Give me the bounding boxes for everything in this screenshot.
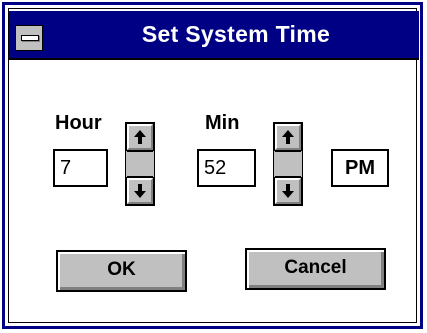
ok-button[interactable]: OK bbox=[56, 250, 187, 292]
screen: Set System Time Hour 7 Min 52 PM OK Canc… bbox=[0, 0, 427, 333]
title-bar[interactable]: Set System Time bbox=[9, 11, 419, 60]
hour-field[interactable]: 7 bbox=[53, 149, 108, 187]
cancel-button[interactable]: Cancel bbox=[245, 248, 386, 290]
minute-field[interactable]: 52 bbox=[197, 149, 256, 187]
hour-spinner bbox=[125, 122, 155, 206]
hour-label: Hour bbox=[55, 112, 102, 134]
minute-spinner bbox=[273, 122, 303, 206]
hour-up-button[interactable] bbox=[126, 123, 154, 151]
minute-label: Min bbox=[205, 112, 240, 134]
arrow-down-icon bbox=[134, 184, 146, 198]
system-menu-bar bbox=[21, 35, 39, 41]
minute-spin-track bbox=[275, 151, 301, 177]
minute-down-button[interactable] bbox=[274, 177, 302, 205]
window-title: Set System Time bbox=[141, 21, 331, 47]
arrow-up-icon bbox=[134, 130, 146, 144]
minute-up-button[interactable] bbox=[274, 123, 302, 151]
arrow-up-icon bbox=[282, 130, 294, 144]
set-time-dialog: Set System Time Hour 7 Min 52 PM OK Canc… bbox=[2, 2, 423, 329]
system-menu-icon[interactable] bbox=[15, 25, 43, 51]
ampm-field[interactable]: PM bbox=[331, 149, 389, 187]
hour-spin-track bbox=[127, 151, 153, 177]
hour-down-button[interactable] bbox=[126, 177, 154, 205]
arrow-down-icon bbox=[282, 184, 294, 198]
